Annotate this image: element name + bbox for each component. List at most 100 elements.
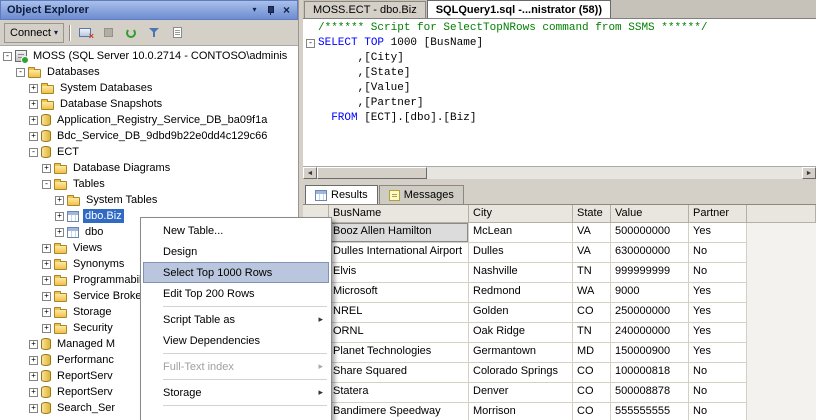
tree-item-moss-sql-server-10-0-2714-contoso-adminis[interactable]: -MOSS (SQL Server 10.0.2714 - CONTOSO\ad…	[0, 48, 298, 64]
grid-cell[interactable]: 500000000	[611, 223, 689, 243]
grid-cell[interactable]: 555555555	[611, 403, 689, 420]
menu-item-script-table-as[interactable]: Script Table as▸	[143, 309, 329, 330]
grid-cell[interactable]: 150000900	[611, 343, 689, 363]
menu-item-view-dependencies[interactable]: View Dependencies	[143, 330, 329, 351]
expand-icon[interactable]: +	[29, 372, 38, 381]
grid-cell[interactable]: Share Squared	[329, 363, 469, 383]
close-button[interactable]: ×	[279, 3, 294, 18]
grid-cell[interactable]: CO	[573, 383, 611, 403]
tree-item-application-registry-service-db-ba09f1a[interactable]: +Application_Registry_Service_DB_ba09f1a	[0, 112, 298, 128]
column-header-state[interactable]: State	[573, 205, 611, 223]
disconnect-button[interactable]	[75, 23, 95, 43]
sql-editor[interactable]: /****** Script for SelectTopNRows comman…	[303, 19, 816, 166]
grid-cell[interactable]: 240000000	[611, 323, 689, 343]
grid-cell[interactable]: VA	[573, 223, 611, 243]
stop-button[interactable]	[98, 23, 118, 43]
tab-moss-ect-dbo-biz[interactable]: MOSS.ECT - dbo.Biz	[304, 1, 426, 18]
grid-cell[interactable]: No	[689, 403, 747, 420]
grid-cell[interactable]: Yes	[689, 303, 747, 323]
tree-item-bdc-service-db-9dbd9b22e0dd4c129c66[interactable]: +Bdc_Service_DB_9dbd9b22e0dd4c129c66	[0, 128, 298, 144]
grid-cell[interactable]: Dulles	[469, 243, 573, 263]
grid-cell[interactable]: Colorado Springs	[469, 363, 573, 383]
expand-icon[interactable]: +	[29, 340, 38, 349]
script-button[interactable]	[167, 23, 187, 43]
tab-results[interactable]: Results	[305, 185, 378, 204]
tab-messages[interactable]: Messages	[379, 185, 464, 204]
editor-horizontal-scrollbar[interactable]: ◄ ►	[303, 166, 816, 179]
grid-cell[interactable]: WA	[573, 283, 611, 303]
tree-item-database-snapshots[interactable]: +Database Snapshots	[0, 96, 298, 112]
grid-cell[interactable]: 630000000	[611, 243, 689, 263]
grid-cell[interactable]: Redmond	[469, 283, 573, 303]
tab-sqlquery1[interactable]: SQLQuery1.sql -...nistrator (58))	[427, 0, 611, 18]
auto-hide-button[interactable]	[263, 3, 278, 18]
expand-icon[interactable]: +	[55, 196, 64, 205]
expand-icon[interactable]: +	[42, 308, 51, 317]
grid-cell[interactable]: Booz Allen Hamilton	[329, 223, 469, 243]
fold-collapse-icon[interactable]: -	[306, 39, 315, 48]
tree-item-databases[interactable]: -Databases	[0, 64, 298, 80]
column-header-partner[interactable]: Partner	[689, 205, 747, 223]
object-explorer-titlebar[interactable]: Object Explorer ▾ ×	[0, 0, 298, 20]
grid-cell[interactable]: Yes	[689, 223, 747, 243]
filter-button[interactable]	[144, 23, 164, 43]
grid-cell[interactable]: VA	[573, 243, 611, 263]
grid-cell[interactable]: 100000818	[611, 363, 689, 383]
grid-cell[interactable]: MD	[573, 343, 611, 363]
collapse-icon[interactable]: -	[42, 180, 51, 189]
menu-item-storage[interactable]: Storage▸	[143, 382, 329, 403]
tree-item-tables[interactable]: -Tables	[0, 176, 298, 192]
expand-icon[interactable]: +	[29, 116, 38, 125]
grid-cell[interactable]: Denver	[469, 383, 573, 403]
scroll-left-button[interactable]: ◄	[303, 167, 317, 179]
grid-cell[interactable]: 999999999	[611, 263, 689, 283]
expand-icon[interactable]: +	[29, 356, 38, 365]
grid-cell[interactable]: No	[689, 363, 747, 383]
grid-cell[interactable]: CO	[573, 363, 611, 383]
expand-icon[interactable]: +	[42, 260, 51, 269]
scrollbar-thumb[interactable]	[317, 167, 427, 179]
column-header-value[interactable]: Value	[611, 205, 689, 223]
column-header-busname[interactable]: BusName	[329, 205, 469, 223]
expand-icon[interactable]: +	[29, 388, 38, 397]
expand-icon[interactable]: +	[29, 84, 38, 93]
grid-cell[interactable]: Morrison	[469, 403, 573, 420]
menu-item-design[interactable]: Design	[143, 241, 329, 262]
tree-item-system-databases[interactable]: +System Databases	[0, 80, 298, 96]
collapse-icon[interactable]: -	[29, 148, 38, 157]
grid-cell[interactable]: Statera	[329, 383, 469, 403]
column-header-city[interactable]: City	[469, 205, 573, 223]
expand-icon[interactable]: +	[42, 324, 51, 333]
grid-cell[interactable]: Yes	[689, 323, 747, 343]
expand-icon[interactable]: +	[42, 292, 51, 301]
grid-cell[interactable]: No	[689, 383, 747, 403]
menu-item-new-table[interactable]: New Table...	[143, 220, 329, 241]
grid-cell[interactable]: CO	[573, 303, 611, 323]
expand-icon[interactable]: +	[29, 132, 38, 141]
grid-cell[interactable]: NREL	[329, 303, 469, 323]
grid-cell[interactable]: CO	[573, 403, 611, 420]
grid-cell[interactable]: Yes	[689, 343, 747, 363]
window-position-button[interactable]: ▾	[247, 3, 262, 18]
tree-item-system-tables[interactable]: +System Tables	[0, 192, 298, 208]
expand-icon[interactable]: +	[29, 100, 38, 109]
grid-cell[interactable]: Bandimere Speedway	[329, 403, 469, 420]
expand-icon[interactable]: +	[42, 244, 51, 253]
expand-icon[interactable]: +	[42, 276, 51, 285]
scroll-right-button[interactable]: ►	[802, 167, 816, 179]
grid-cell[interactable]: ORNL	[329, 323, 469, 343]
grid-cell[interactable]: Microsoft	[329, 283, 469, 303]
collapse-icon[interactable]: -	[16, 68, 25, 77]
grid-cell[interactable]: McLean	[469, 223, 573, 243]
scrollbar-track[interactable]	[427, 167, 802, 179]
grid-cell[interactable]: 250000000	[611, 303, 689, 323]
menu-item-select-top-1000-rows[interactable]: Select Top 1000 Rows	[143, 262, 329, 283]
grid-cell[interactable]: No	[689, 243, 747, 263]
grid-cell[interactable]: Dulles International Airport	[329, 243, 469, 263]
tree-item-database-diagrams[interactable]: +Database Diagrams	[0, 160, 298, 176]
collapse-icon[interactable]: -	[3, 52, 12, 61]
grid-cell[interactable]: Oak Ridge	[469, 323, 573, 343]
grid-cell[interactable]: 9000	[611, 283, 689, 303]
grid-cell[interactable]: 500008878	[611, 383, 689, 403]
grid-cell[interactable]: Planet Technologies	[329, 343, 469, 363]
